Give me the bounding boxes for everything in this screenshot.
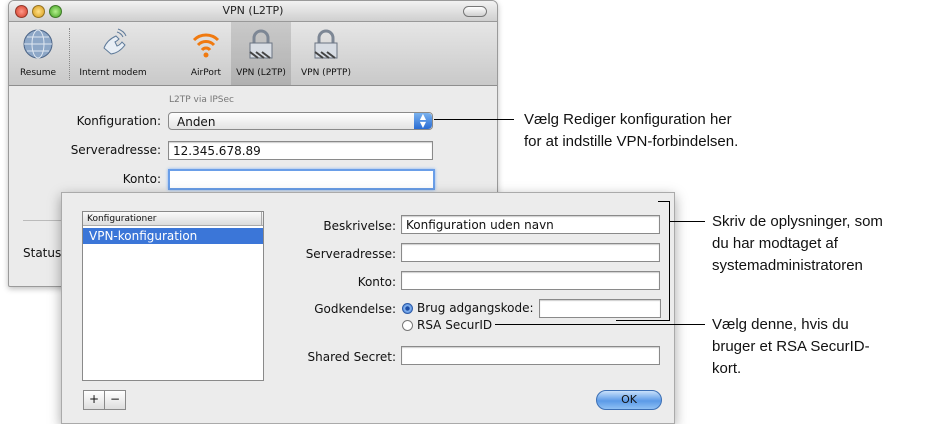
sheet-server-address-label: Serveradresse: <box>305 247 396 261</box>
connection-subtitle: L2TP via IPSec <box>169 95 235 105</box>
toolbar: Resume Internt modem AirPort VPN (L2TP) … <box>9 22 497 86</box>
callout-text: kort. <box>712 360 742 377</box>
callout-text: for at indstille VPN-forbindelsen. <box>524 133 739 150</box>
configurations-list[interactable]: Konfigurationer VPN-konfiguration <box>82 211 264 381</box>
server-address-label: Serveradresse: <box>70 143 161 157</box>
chevron-updown-icon: ▲ ▼ <box>414 113 432 129</box>
account-field[interactable] <box>168 169 435 190</box>
description-label: Beskrivelse: <box>323 219 396 233</box>
callout-configuration: Vælg Rediger konfiguration her for at in… <box>524 109 738 153</box>
description-field[interactable]: Konfiguration uden navn <box>401 215 660 234</box>
password-field[interactable] <box>539 299 661 318</box>
callout-text: du har modtaget af <box>712 235 838 252</box>
callout-text: bruger et RSA SecurID- <box>712 338 870 355</box>
callout-text: Vælg denne, hvis du <box>712 316 849 333</box>
toolbar-label: Resume <box>19 68 57 78</box>
lock-icon <box>249 29 273 59</box>
toolbar-toggle-button[interactable] <box>463 6 487 17</box>
shared-secret-field[interactable] <box>401 346 660 365</box>
account-label: Konto: <box>122 172 161 186</box>
configuration-value: Anden <box>177 115 216 129</box>
toolbar-item-internal-modem[interactable]: Internt modem <box>73 22 153 85</box>
add-configuration-button[interactable]: + <box>83 390 105 410</box>
callout-rsa: Vælg denne, hvis du bruger et RSA SecurI… <box>712 314 870 380</box>
list-header: Konfigurationer <box>83 212 263 226</box>
toolbar-item-vpn-pptp[interactable]: VPN (PPTP) <box>295 22 357 85</box>
callout-line <box>669 221 705 222</box>
phone-icon <box>103 28 127 55</box>
airport-icon <box>192 33 220 58</box>
callout-text: Vælg Rediger konfiguration her <box>524 111 732 128</box>
status-label: Status <box>23 246 62 260</box>
toolbar-label: VPN (L2TP) <box>236 68 286 78</box>
toolbar-item-vpn-l2tp[interactable]: VPN (L2TP) <box>231 22 291 85</box>
bracket-vertical <box>669 201 670 320</box>
toolbar-separator <box>69 28 70 80</box>
sheet-server-address-field[interactable] <box>401 243 660 262</box>
title-bar: VPN (L2TP) <box>9 1 497 22</box>
vpn-configuration-sheet: Konfigurationer VPN-konfiguration + − Be… <box>61 192 675 424</box>
window-title: VPN (L2TP) <box>222 4 284 17</box>
globe-icon <box>23 29 53 59</box>
callout-line <box>434 119 514 120</box>
sheet-account-field[interactable] <box>401 271 660 290</box>
callout-text: Skriv de oplysninger, som <box>712 213 883 230</box>
list-item[interactable]: VPN-konfiguration <box>83 228 263 244</box>
rsa-securid-radio[interactable] <box>402 320 413 331</box>
callout-line <box>495 324 705 325</box>
configuration-label: Konfiguration: <box>76 114 161 128</box>
configuration-popup[interactable]: Anden ▲ ▼ <box>168 112 433 130</box>
rsa-securid-option-label: RSA SecurID <box>417 318 493 332</box>
password-radio[interactable] <box>402 303 413 314</box>
callout-text: systemadministratoren <box>712 257 863 274</box>
password-option-label: Brug adgangskode: <box>417 301 534 315</box>
sheet-account-label: Konto: <box>357 275 396 289</box>
divider <box>23 220 63 221</box>
toolbar-label: Internt modem <box>79 68 147 78</box>
remove-configuration-button[interactable]: − <box>104 390 126 410</box>
callout-fields: Skriv de oplysninger, som du har modtage… <box>712 211 883 277</box>
column-divider <box>261 212 262 226</box>
ok-button[interactable]: OK <box>596 390 662 410</box>
bracket-bottom <box>616 320 670 321</box>
toolbar-item-resume[interactable]: Resume <box>11 22 65 85</box>
authentication-label: Godkendelse: <box>314 302 396 316</box>
toolbar-label: VPN (PPTP) <box>301 68 351 78</box>
toolbar-item-airport[interactable]: AirPort <box>181 22 231 85</box>
lock-icon <box>314 29 338 59</box>
server-address-field[interactable]: 12.345.678.89 <box>168 141 433 160</box>
toolbar-label: AirPort <box>190 68 222 78</box>
shared-secret-label: Shared Secret: <box>307 350 396 364</box>
